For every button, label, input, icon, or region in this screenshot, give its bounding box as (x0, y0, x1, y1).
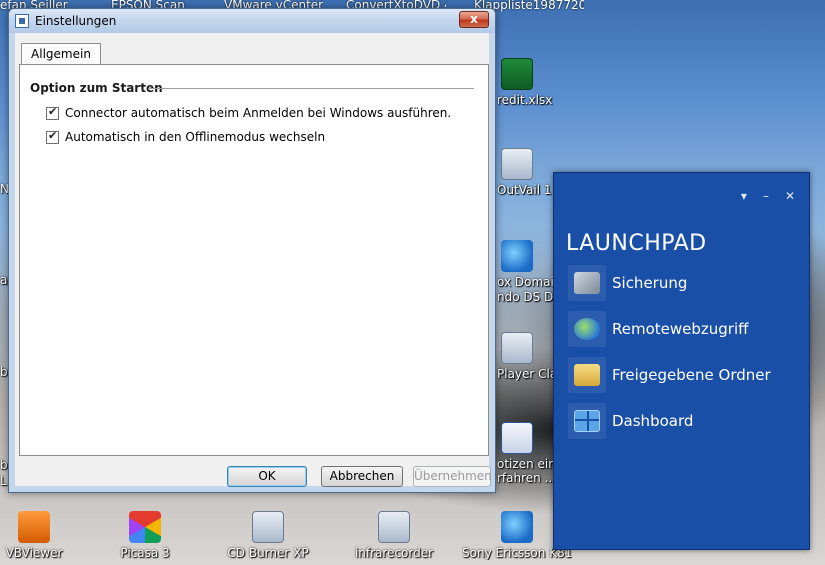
shortcut-icon (501, 332, 533, 364)
desktop-icon-cd-burner[interactable]: CD Burner XP (220, 511, 316, 560)
launchpad-panel: ▾ – ✕ LAUNCHPAD Sicherung Remotewebzugri… (553, 172, 810, 550)
launchpad-item-label: Freigegebene Ordner (612, 366, 771, 384)
checkbox-label: Automatisch in den Offlinemodus wechseln (65, 130, 326, 144)
launchpad-controls: ▾ – ✕ (741, 189, 795, 203)
desktop-icon-credit-xlsx[interactable]: redit.xlsx (497, 58, 557, 107)
launchpad-title: LAUNCHPAD (566, 231, 707, 256)
checkbox-auto-start[interactable] (46, 105, 59, 120)
window-icon (15, 14, 29, 28)
tab-panel: Option zum Starten Connector automatisch… (19, 64, 489, 456)
dialog-client-area: Allgemein Option zum Starten Connector a… (15, 33, 492, 487)
ie-icon (501, 240, 533, 272)
desktop-icon-label[interactable]: L (0, 474, 7, 488)
launchpad-item-shared-folders[interactable]: Freigegebene Ordner (568, 357, 771, 393)
desktop-icon-picasa[interactable]: Picasa 3 (97, 511, 193, 560)
desktop-icon-label[interactable]: ndo DS D (497, 290, 553, 304)
option-auto-start[interactable]: Connector automatisch beim Anmelden bei … (46, 105, 451, 121)
remote-web-icon (568, 311, 606, 347)
close-icon[interactable]: ✕ (785, 189, 795, 203)
ie-icon (501, 511, 533, 543)
shortcut-icon (501, 148, 533, 180)
checkbox-offline-mode[interactable] (46, 129, 59, 144)
dialog-title: Einstellungen (35, 14, 117, 28)
shortcut-icon (378, 511, 410, 543)
settings-dialog: Einstellungen x Allgemein Option zum Sta… (8, 8, 496, 493)
pin-icon[interactable]: ▾ (741, 189, 747, 203)
launchpad-item-label: Remotewebzugriff (612, 320, 749, 338)
desktop-icon-outvail[interactable]: OutVail 1.5... (497, 148, 557, 197)
word-icon (501, 422, 533, 454)
tab-general[interactable]: Allgemein (21, 43, 101, 65)
desktop-icon-vbviewer[interactable]: VBViewer (0, 511, 82, 560)
dashboard-icon (568, 403, 606, 439)
excel-icon (501, 58, 533, 90)
apply-button[interactable]: Übernehmen (413, 466, 492, 487)
desktop-icon-fox-domain[interactable]: ox Domain (497, 240, 557, 289)
group-title: Option zum Starten (30, 81, 163, 95)
launchpad-item-backup[interactable]: Sicherung (568, 265, 687, 301)
launchpad-item-label: Dashboard (612, 412, 694, 430)
minimize-icon[interactable]: – (763, 189, 769, 203)
dialog-titlebar[interactable]: Einstellungen x (9, 9, 495, 33)
picasa-icon (129, 511, 161, 543)
shared-folder-icon (568, 357, 606, 393)
group-divider (148, 88, 474, 89)
desktop-icon-player[interactable]: Player Cla (497, 332, 557, 381)
rss-icon (18, 511, 50, 543)
desktop-icon-label[interactable]: rfahren ... (497, 471, 556, 485)
desktop-icon-infrarecorder[interactable]: infrarecorder (346, 511, 442, 560)
close-icon: x (470, 12, 478, 26)
cancel-button[interactable]: Abbrechen (321, 466, 403, 487)
desktop-icon-word-doc[interactable]: otizen eines (497, 422, 557, 471)
checkbox-label: Connector automatisch beim Anmelden bei … (65, 106, 452, 120)
launchpad-item-remote-web[interactable]: Remotewebzugriff (568, 311, 748, 347)
ok-button[interactable]: OK (227, 466, 307, 487)
option-offline-mode[interactable]: Automatisch in den Offlinemodus wechseln (46, 129, 325, 145)
shortcut-icon (252, 511, 284, 543)
close-button[interactable]: x (459, 11, 489, 28)
launchpad-item-label: Sicherung (612, 274, 688, 292)
launchpad-item-dashboard[interactable]: Dashboard (568, 403, 693, 439)
backup-icon (568, 265, 606, 301)
